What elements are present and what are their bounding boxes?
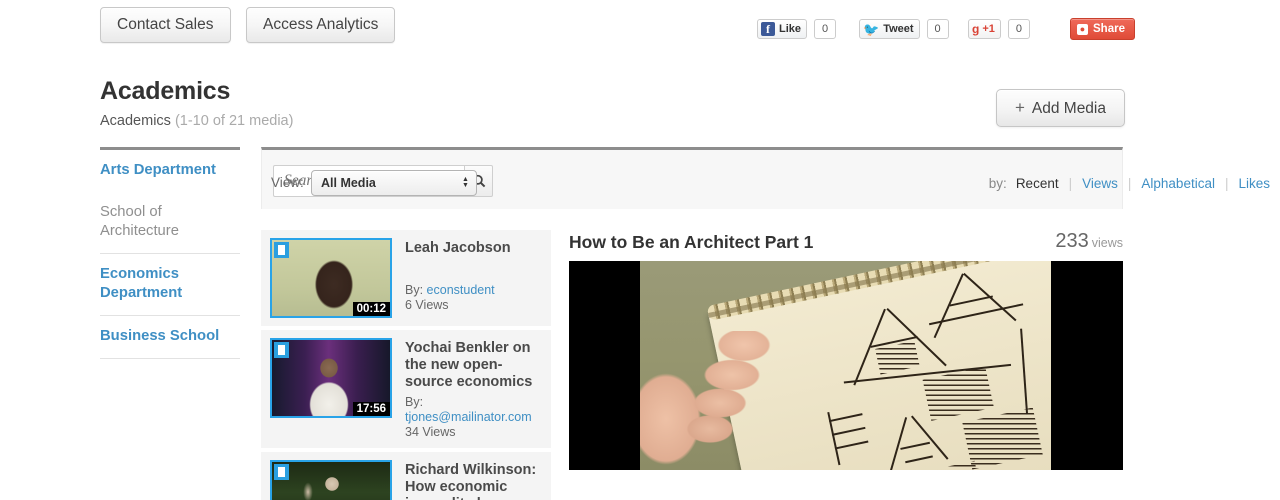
hand-holding-sketchbook: [640, 331, 790, 470]
sort-option-likes[interactable]: Likes: [1238, 176, 1270, 191]
sort-prefix-label: by:: [988, 176, 1007, 191]
spiral-binding: [706, 261, 1051, 321]
media-count-text: (1-10 of 21 media): [174, 113, 294, 129]
twitter-tweet-button[interactable]: 🐦 Tweet: [859, 19, 920, 39]
facebook-like-widget[interactable]: f Like 0: [757, 18, 837, 40]
player-header: How to Be an Architect Part 1 233 views: [569, 230, 1123, 261]
video-badge-icon: [274, 464, 289, 480]
media-thumbnail[interactable]: 17:56: [270, 338, 392, 418]
gplus-plusone-label: +1: [982, 23, 995, 35]
share-button[interactable]: ● Share: [1070, 18, 1135, 40]
facebook-icon: f: [761, 22, 775, 36]
view-count-label: views: [1091, 236, 1123, 250]
by-label: By:: [405, 283, 424, 297]
sketch-hatching: [875, 340, 920, 375]
sketch-line: [834, 440, 869, 450]
twitter-tweet-widget[interactable]: 🐦 Tweet 0: [859, 18, 949, 40]
gplus-count: 0: [1007, 19, 1030, 39]
media-meta: Richard Wilkinson: How economic inequali…: [392, 460, 543, 500]
media-title[interactable]: Leah Jacobson: [405, 240, 543, 257]
thumbnail-image: [272, 462, 390, 500]
duration-badge: 00:12: [352, 302, 390, 316]
sort-divider: |: [1224, 176, 1229, 191]
sidebar-item-economics-department[interactable]: Economics Department: [100, 254, 240, 315]
sketch-line: [828, 413, 863, 423]
sketch-hatching: [922, 366, 994, 421]
media-thumbnail[interactable]: 00:12: [270, 238, 392, 318]
owner-link[interactable]: tjones@mailinator.com: [405, 410, 532, 424]
twitter-tweet-label: Tweet: [883, 23, 914, 35]
list-item[interactable]: 17:56 Yochai Benkler on the new open-sou…: [261, 330, 551, 448]
media-owner-line: By: tjones@mailinator.com: [405, 395, 543, 425]
player-pane: How to Be an Architect Part 1 233 views: [569, 230, 1123, 470]
sketch-line: [905, 455, 933, 464]
list-item[interactable]: Richard Wilkinson: How economic inequali…: [261, 452, 551, 500]
media-title[interactable]: Richard Wilkinson: How economic inequali…: [405, 462, 543, 500]
breadcrumb-gallery-name[interactable]: Academics: [100, 113, 171, 129]
access-analytics-button[interactable]: Access Analytics: [246, 7, 396, 43]
view-select-value: All Media: [321, 176, 376, 190]
twitter-bird-icon: 🐦: [863, 21, 880, 37]
media-meta: Leah Jacobson By: econstudent 6 Views: [392, 238, 543, 318]
facebook-like-label: Like: [779, 23, 802, 35]
page-root: Contact Sales Access Analytics f Like 0 …: [0, 0, 1280, 500]
facebook-like-button[interactable]: f Like: [757, 19, 808, 39]
sort-option-views[interactable]: Views: [1082, 176, 1118, 191]
player-title: How to Be an Architect Part 1: [569, 232, 814, 252]
media-owner-line: By: econstudent: [405, 283, 543, 298]
add-media-button[interactable]: + Add Media: [995, 89, 1125, 127]
share-label: Share: [1093, 23, 1125, 35]
breadcrumb: Academics (1-10 of 21 media): [100, 113, 293, 129]
sketch-line: [933, 273, 964, 339]
sort-option-recent[interactable]: Recent: [1016, 176, 1059, 191]
media-thumbnail[interactable]: [270, 460, 392, 500]
sketch-hatching: [866, 460, 984, 470]
sketch-line: [831, 426, 866, 436]
share-icon: ●: [1077, 23, 1088, 35]
sidebar-item-business-school[interactable]: Business School: [100, 316, 240, 358]
media-views: 6 Views: [405, 298, 449, 312]
media-title[interactable]: Yochai Benkler on the new open-source ec…: [405, 340, 543, 391]
share-widget[interactable]: ● Share: [1070, 18, 1135, 40]
sketch-line: [1020, 328, 1029, 415]
video-badge-icon: [274, 342, 289, 358]
sort-option-alphabetical[interactable]: Alphabetical: [1141, 176, 1215, 191]
sidebar-item-arts-department[interactable]: Arts Department: [100, 150, 240, 192]
sort-divider: |: [1068, 176, 1073, 191]
sort-divider: |: [1127, 176, 1132, 191]
view-label: View:: [271, 175, 304, 190]
stepper-arrows-icon: ▲ ▼: [462, 176, 469, 189]
video-frame: [640, 261, 1051, 470]
gplus-widget[interactable]: g +1 0: [968, 18, 1030, 40]
contact-sales-button[interactable]: Contact Sales: [100, 7, 231, 43]
by-label: By:: [405, 395, 424, 409]
add-media-label: Add Media: [1031, 100, 1106, 117]
media-list: 00:12 Leah Jacobson By: econstudent 6 Vi…: [261, 230, 551, 500]
sidebar-divider: [100, 358, 240, 359]
gplus-icon: g: [972, 22, 980, 36]
facebook-like-count: 0: [814, 19, 837, 39]
owner-link[interactable]: econstudent: [427, 283, 495, 297]
list-item[interactable]: 00:12 Leah Jacobson By: econstudent 6 Vi…: [261, 230, 551, 326]
plus-icon: +: [1014, 98, 1025, 117]
view-select[interactable]: All Media ▲ ▼: [311, 170, 477, 196]
player-view-count: 233 views: [1055, 230, 1123, 253]
sort-bar: by: Recent | Views | Alphabetical | Like…: [989, 176, 1270, 191]
sidebar-item-school-of-architecture: School of Architecture: [100, 204, 179, 239]
media-views: 34 Views: [405, 425, 456, 439]
sketch-line: [900, 441, 931, 450]
view-count-number: 233: [1055, 230, 1089, 252]
sidebar: Arts Department School of Architecture E…: [100, 147, 240, 359]
sketch-line: [910, 415, 949, 460]
top-bar: Contact Sales Access Analytics f Like 0 …: [0, 0, 1280, 54]
twitter-tweet-count: 0: [926, 19, 949, 39]
video-player[interactable]: [569, 261, 1123, 470]
gplus-one-button[interactable]: g +1: [968, 19, 1001, 39]
duration-badge: 17:56: [352, 402, 390, 416]
sketch-line: [949, 295, 993, 307]
page-title: Academics: [100, 77, 231, 105]
media-meta: Yochai Benkler on the new open-source ec…: [392, 338, 543, 440]
video-badge-icon: [274, 242, 289, 258]
